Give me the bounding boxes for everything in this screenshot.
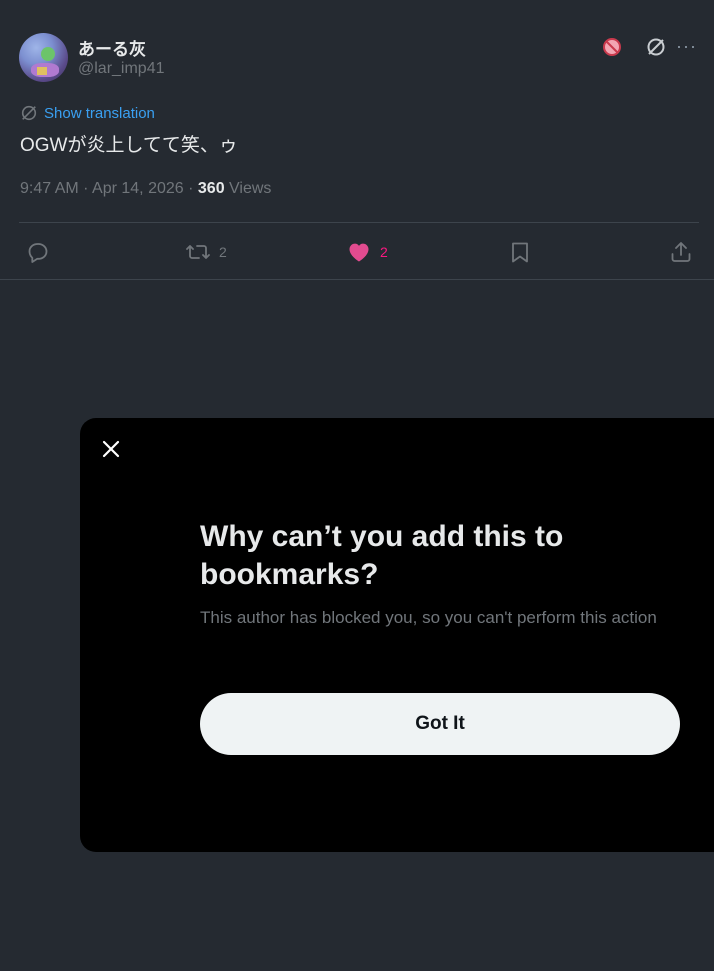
grok-icon[interactable] [645,36,667,58]
block-icon[interactable] [601,36,623,58]
bookmark-icon [512,242,528,263]
repost-icon [186,245,210,259]
translate-icon [21,105,37,121]
share-icon [671,242,691,262]
like-button[interactable]: 2 [346,236,388,268]
dialog-title: Why can’t you add this to bookmarks? [200,520,564,591]
views-count: 360 [197,180,225,197]
author-display-name[interactable]: あーる灰 [78,35,146,60]
reply-icon [28,243,48,263]
share-button[interactable] [669,236,701,268]
tweet-meta: 9:47 AM · Apr 14, 2026 · 360 Views [20,180,271,198]
views-label: Views [224,180,272,197]
repost-count: 2 [219,244,227,260]
author-handle[interactable]: @lar_imp41 [78,60,165,78]
avatar-detail [41,47,55,61]
got-it-button[interactable]: Got It [200,693,680,755]
blocked-bookmark-dialog: Why can’t you add this to bookmarks? Thi… [80,418,714,852]
close-icon [102,440,120,458]
like-count: 2 [380,244,388,260]
show-translation-label: Show translation [44,104,155,122]
divider [19,222,699,223]
close-button[interactable] [98,436,124,462]
repost-button[interactable]: 2 [185,236,227,268]
reply-button[interactable] [26,236,58,268]
show-translation-link[interactable]: Show translation [20,104,155,122]
like-icon [349,243,369,262]
avatar[interactable] [19,33,68,82]
action-bar: 2 2 [0,236,714,268]
avatar-detail [37,67,47,75]
divider [0,279,714,280]
dialog-message: This author has blocked you, so you can'… [200,608,657,627]
bookmark-button[interactable] [509,236,539,268]
more-icon[interactable]: ··· [676,36,697,57]
timestamp[interactable]: 9:47 AM · Apr 14, 2026 · [20,180,198,197]
tweet-detail: あーる灰 @lar_imp41 ··· Show translation OGW… [0,0,714,280]
tweet-text: OGWが炎上してて笑、ゥ [20,135,238,156]
